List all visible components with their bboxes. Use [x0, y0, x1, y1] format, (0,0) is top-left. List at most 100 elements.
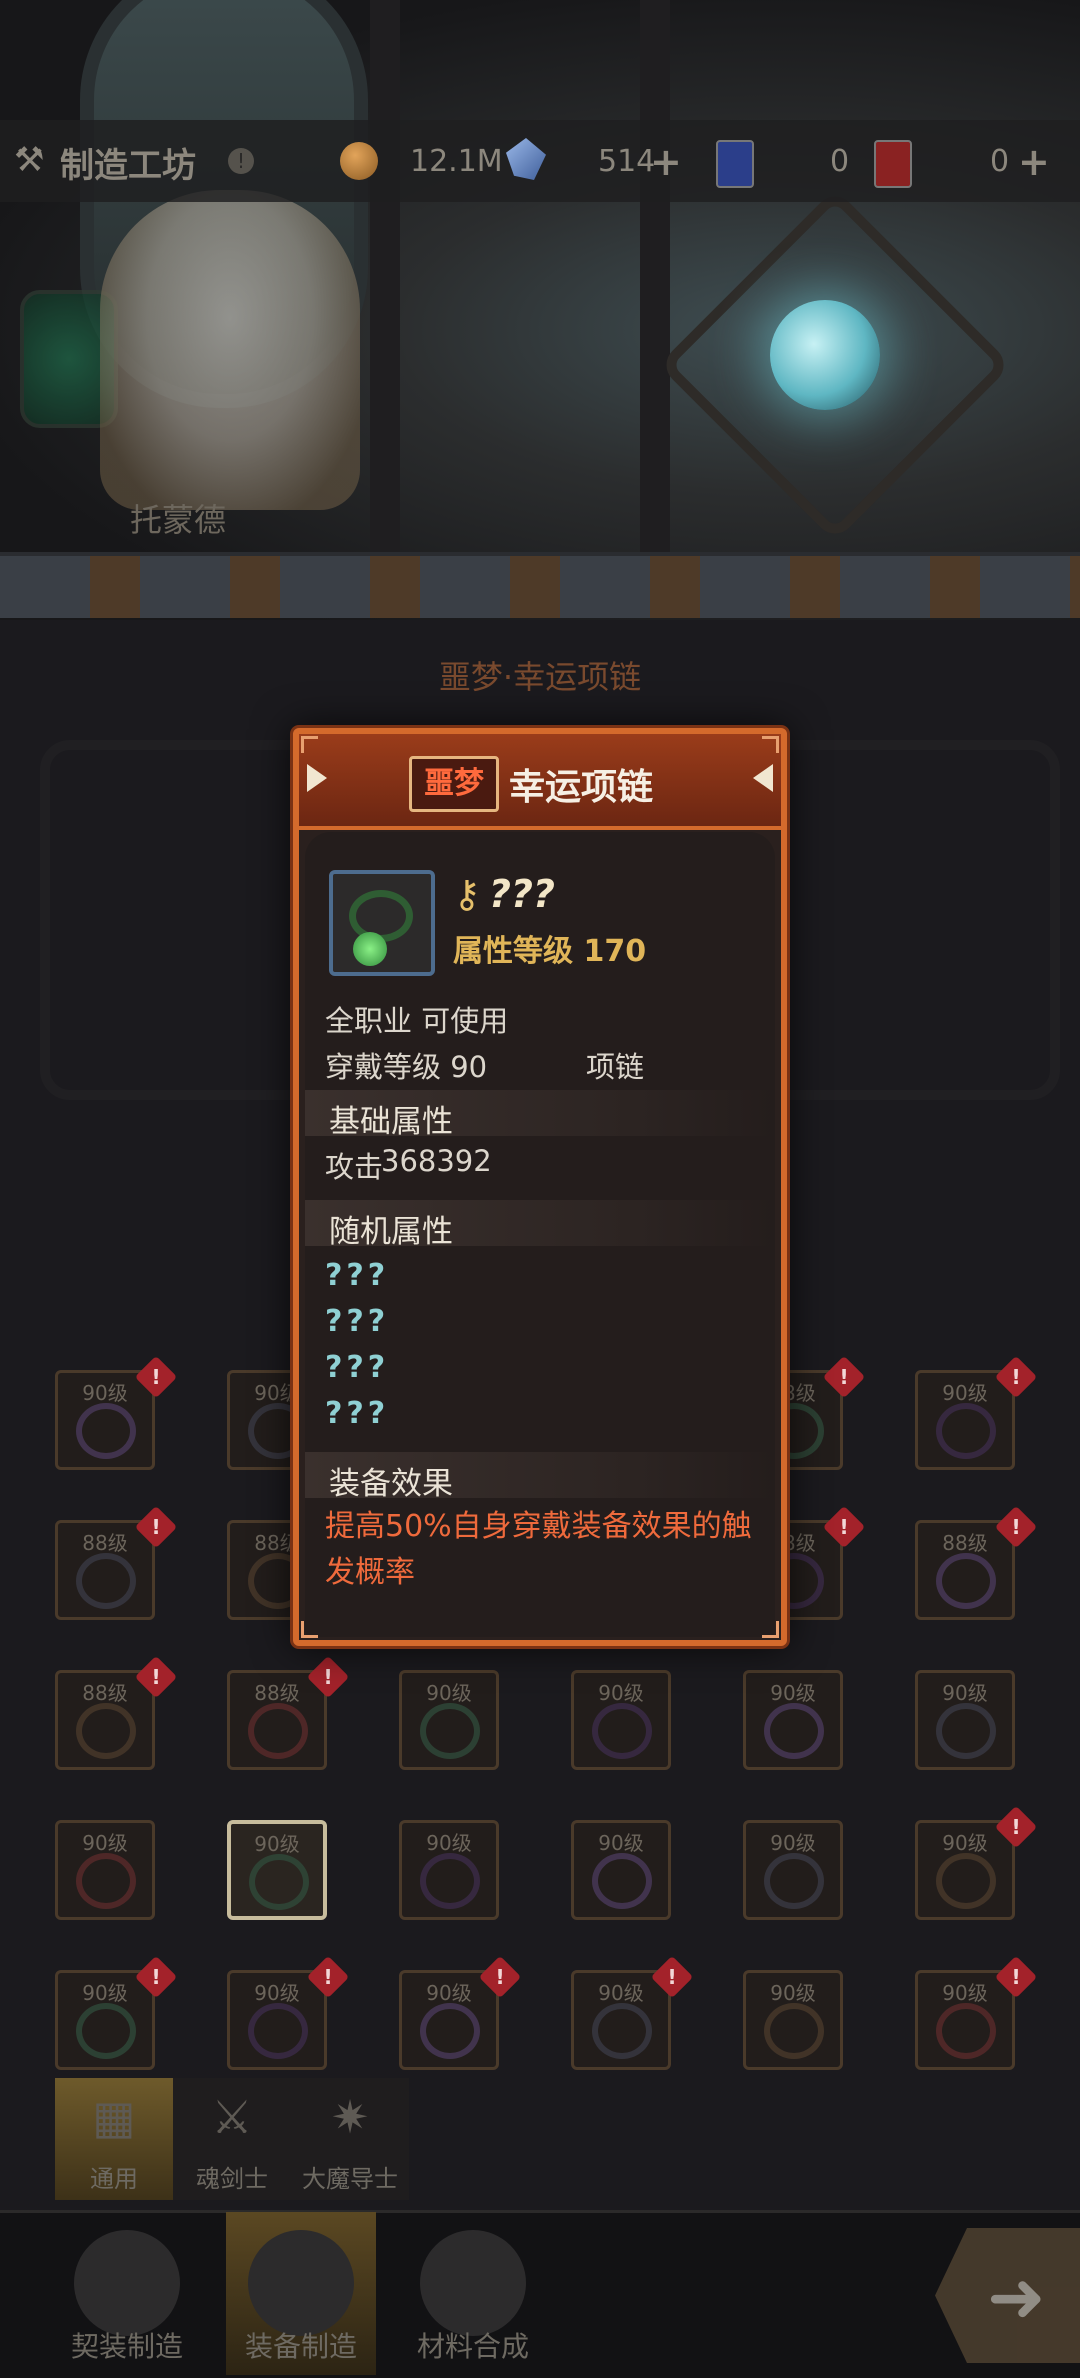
- equipment-slot[interactable]: 90级: [915, 1670, 1015, 1770]
- arrow-right-icon: ➜: [987, 2256, 1046, 2338]
- equipment-slot[interactable]: 90级: [571, 1820, 671, 1920]
- clover-gem-icon: [353, 932, 387, 966]
- equipment-icon: [936, 1403, 996, 1459]
- slot-level: 90级: [426, 1681, 472, 1705]
- subtab-general[interactable]: ▦ 通用: [55, 2078, 173, 2200]
- floor-decoration: [0, 552, 1080, 618]
- item-name: ⚷???: [453, 872, 555, 916]
- key-icon: ⚷: [453, 872, 481, 916]
- random-attributes-header: 随机属性: [305, 1200, 775, 1250]
- attack-value: 368392: [381, 1144, 492, 1178]
- equipment-slot[interactable]: 90级: [743, 1820, 843, 1920]
- subtab-soul-swordsman[interactable]: ⚔ 魂剑士: [173, 2078, 291, 2200]
- wear-level: 穿戴等级 90: [325, 1050, 488, 1084]
- slot-level: 90级: [770, 1981, 816, 2005]
- nav-label: 材料合成: [416, 2330, 529, 2363]
- equipment-slot[interactable]: 90级: [571, 1670, 671, 1770]
- alert-badge-icon: !: [134, 1355, 178, 1399]
- equipment-icon: [936, 1703, 996, 1759]
- item-detail-popup: 噩梦 幸运项链 ⚷??? 属性等级 170 全职业 可使用 穿戴等级 90 项链…: [293, 728, 787, 1646]
- section-label: 基础属性: [329, 1104, 453, 1140]
- slot-level: 90级: [942, 1681, 988, 1705]
- random-attr: ???: [325, 1396, 390, 1431]
- alert-badge-icon: !: [994, 1505, 1038, 1549]
- slot-level: 90级: [82, 1831, 128, 1855]
- nav-label: 装备制造: [244, 2330, 357, 2363]
- slot-level: 90级: [254, 1832, 300, 1856]
- alert-mark: !: [495, 1965, 505, 1989]
- blocks-icon: ▦: [92, 2090, 136, 2144]
- necklace-icon: [349, 890, 413, 942]
- random-attr: ???: [325, 1350, 390, 1385]
- alert-mark: !: [1011, 1965, 1021, 1989]
- alert-badge-icon: !: [822, 1505, 866, 1549]
- equipment-icon: [592, 2003, 652, 2059]
- slot-level: 88级: [82, 1681, 128, 1705]
- frame-corner: [301, 736, 318, 753]
- crystal-amount: 514: [598, 144, 656, 179]
- item-name-text: ???: [488, 872, 555, 916]
- equipment-slot[interactable]: 90级: [399, 1670, 499, 1770]
- random-attr: ???: [325, 1258, 390, 1293]
- nav-material-synthesis[interactable]: 材料合成: [398, 2212, 548, 2375]
- item-title: 幸运项链: [509, 767, 654, 808]
- equipment-slot[interactable]: 90级: [743, 1670, 843, 1770]
- paw-icon: [74, 2230, 180, 2336]
- equipment-icon: [420, 1703, 480, 1759]
- selected-item-title: 噩梦·幸运项链: [438, 658, 642, 696]
- rarity-tag: 噩梦: [409, 756, 499, 812]
- alert-badge-icon: !: [994, 1955, 1038, 1999]
- subtab-label: 通用: [90, 2165, 138, 2193]
- equipment-icon: [248, 1703, 308, 1759]
- alert-mark: !: [151, 1965, 161, 1989]
- equipment-icon: [936, 2003, 996, 2059]
- nav-equipment-crafting[interactable]: 装备制造: [226, 2212, 376, 2375]
- slot-level: 90级: [598, 1681, 644, 1705]
- add-crystal-button[interactable]: +: [650, 140, 682, 184]
- subtab-label: 魂剑士: [196, 2165, 268, 2193]
- alert-mark: !: [323, 1965, 333, 1989]
- equipment-icon: [764, 1853, 824, 1909]
- slot-level: 90级: [598, 1831, 644, 1855]
- equipment-effect-text: 提高50%自身穿戴装备效果的触发概率: [325, 1509, 752, 1590]
- alert-badge-icon: !: [822, 1355, 866, 1399]
- slot-level: 90级: [942, 1981, 988, 2005]
- popup-header: 噩梦 幸运项链: [299, 734, 781, 830]
- alert-mark: !: [839, 1515, 849, 1539]
- slot-level: 90级: [82, 1381, 128, 1405]
- equipment-slot[interactable]: 90级: [743, 1970, 843, 2070]
- slot-level: 90级: [770, 1831, 816, 1855]
- slot-level: 90级: [770, 1681, 816, 1705]
- equipment-icon: [936, 1553, 996, 1609]
- equipment-slot[interactable]: 90级: [55, 1820, 155, 1920]
- crystal-shard-icon: [420, 2230, 526, 2336]
- frame-corner: [762, 1621, 779, 1638]
- alert-badge-icon: !: [306, 1955, 350, 1999]
- frame-corner: [762, 736, 779, 753]
- add-card-button[interactable]: +: [1018, 140, 1050, 184]
- equipment-icon: [764, 1703, 824, 1759]
- equipment-icon: [248, 2003, 308, 2059]
- equipment-icon: [936, 1853, 996, 1909]
- info-icon[interactable]: !: [228, 148, 254, 174]
- nav-contract-crafting[interactable]: 契装制造: [52, 2212, 202, 2375]
- subtab-archmage[interactable]: ✷ 大魔导士: [291, 2078, 409, 2200]
- equipment-icon: [592, 1703, 652, 1759]
- equipment-slot[interactable]: 90级: [227, 1820, 327, 1920]
- popup-body: ⚷??? 属性等级 170 全职业 可使用 穿戴等级 90 项链 基础属性 攻击…: [305, 832, 775, 1637]
- usable-by: 全职业 可使用: [325, 1004, 509, 1038]
- alert-mark: !: [667, 1965, 677, 1989]
- alert-mark: !: [151, 1665, 161, 1689]
- subtab-label: 大魔导士: [302, 2165, 398, 2193]
- equipment-icon: [764, 2003, 824, 2059]
- equipment-slot[interactable]: 90级: [399, 1820, 499, 1920]
- alert-mark: !: [1011, 1515, 1021, 1539]
- alert-mark: !: [151, 1515, 161, 1539]
- workshop-icon: ⚒: [14, 140, 45, 180]
- alert-badge-icon: !: [134, 1655, 178, 1699]
- equipment-icon: [76, 1553, 136, 1609]
- equipment-icon: [76, 1853, 136, 1909]
- magic-icon: ✷: [330, 2090, 370, 2144]
- alert-mark: !: [839, 1365, 849, 1389]
- attribute-level: 属性等级 170: [453, 934, 647, 969]
